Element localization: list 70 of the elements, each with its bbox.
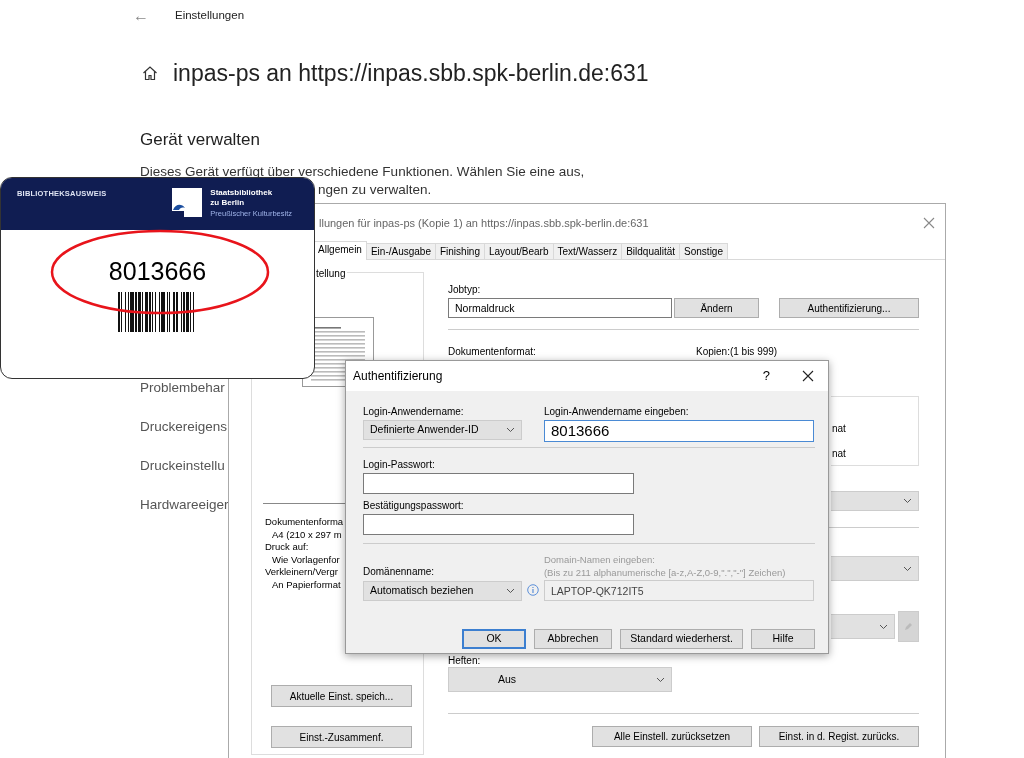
- option-label: nat: [832, 422, 847, 436]
- description-text: ngen zu verwalten.: [318, 181, 432, 199]
- input-field[interactable]: [363, 473, 634, 494]
- input-field[interactable]: Normaldruck: [448, 298, 672, 318]
- back-button[interactable]: ←: [133, 4, 149, 28]
- field-label: Dokumentenformat:: [448, 345, 537, 358]
- field-label: Login-Anwendername:: [363, 405, 465, 418]
- home-icon: [142, 65, 158, 82]
- chevron-down-icon: [506, 588, 515, 594]
- option-label: nat: [832, 447, 847, 461]
- field-label: Domänenname:: [363, 565, 436, 578]
- button[interactable]: Abbrechen: [534, 629, 612, 649]
- settings-link[interactable]: Problembehar: [140, 379, 225, 397]
- button[interactable]: Ändern: [674, 298, 759, 318]
- summary-text: Druck auf:: [265, 541, 309, 554]
- pencil-icon: [904, 622, 913, 631]
- help-button[interactable]: ?: [762, 366, 770, 386]
- dialog-title: Authentifizierung: [353, 368, 444, 385]
- field-label: Bestätigungspasswort:: [363, 499, 465, 512]
- tab[interactable]: Ein-/Ausgabe: [365, 243, 436, 259]
- button[interactable]: Standard wiederherst.: [620, 629, 743, 649]
- summary-text: Verkleinern/Vergr: [265, 566, 338, 579]
- settings-link[interactable]: Druckereigens: [140, 418, 228, 436]
- tab[interactable]: Layout/Bearb: [484, 243, 554, 259]
- field-label: Login-Passwort:: [363, 458, 436, 471]
- tab[interactable]: Allgemein: [313, 241, 367, 260]
- settings-link[interactable]: Druckeinstellu: [140, 457, 225, 475]
- tab[interactable]: Bildqualität: [621, 243, 681, 259]
- summary-text: Wie Vorlagenfor: [271, 553, 340, 566]
- dropdown[interactable]: Automatisch beziehen: [363, 581, 522, 601]
- field-label: Kopien:(1 bis 999): [696, 345, 778, 358]
- input-field[interactable]: 8013666: [544, 420, 814, 442]
- chevron-down-icon: [903, 565, 912, 572]
- settings-link[interactable]: Hardwareeiger: [140, 496, 229, 514]
- field-label: Jobtyp:: [448, 283, 482, 296]
- hint-text: (Bis zu 211 alphanumerische [a-z,A-Z,0-9,".","-"] Zeichen): [543, 566, 787, 579]
- button[interactable]: OK: [462, 629, 526, 649]
- group-label: tellung: [314, 266, 348, 281]
- summary-text: An Papierformat: [271, 578, 341, 591]
- input-field[interactable]: [363, 514, 634, 535]
- tab[interactable]: Sonstige: [679, 243, 728, 259]
- page-title: inpas-ps an https://inpas.sbb.spk-berlin.de:631: [173, 59, 649, 88]
- summary-text: A4 (210 x 297 m: [271, 528, 342, 541]
- section-title: Gerät verwalten: [139, 128, 261, 151]
- chevron-down-icon: [656, 676, 665, 683]
- dropdown[interactable]: Aus: [448, 667, 672, 692]
- button[interactable]: Einst. in d. Regist. zurücks.: [759, 726, 919, 747]
- info-icon: [527, 584, 539, 596]
- chevron-down-icon: [879, 623, 888, 630]
- close-icon[interactable]: [802, 370, 814, 382]
- field-label: Heften:: [448, 654, 482, 667]
- field-label: Login-Anwendername eingeben:: [544, 405, 690, 418]
- button[interactable]: Authentifizierung...: [779, 298, 919, 318]
- button[interactable]: Aktuelle Einst. speich...: [271, 685, 412, 707]
- tab[interactable]: Text/Wasserz: [552, 243, 623, 259]
- button[interactable]: Einst.-Zusammenf.: [271, 726, 412, 748]
- button[interactable]: Alle Einstell. zurücksetzen: [592, 726, 752, 747]
- institution-name: Staatsbibliothek: [210, 188, 274, 198]
- chevron-down-icon: [506, 427, 515, 433]
- page-header: Einstellungen: [175, 8, 245, 24]
- card-number: 8013666: [107, 256, 208, 286]
- dropdown[interactable]: Definierte Anwender-ID: [363, 420, 522, 440]
- tab[interactable]: Finishing: [434, 243, 485, 259]
- field-label: Domain-Namen eingeben:: [543, 553, 656, 566]
- summary-text: Dokumentenforma: [265, 516, 344, 529]
- button[interactable]: Hilfe: [751, 629, 815, 649]
- window-title: llungen für inpas-ps (Kopie 1) an https://inpas.sbb.spk-berlin.de:631: [319, 215, 649, 231]
- institution-name: zu Berlin: [210, 198, 246, 208]
- wave-logo-icon: [172, 188, 203, 217]
- chevron-down-icon: [903, 498, 912, 504]
